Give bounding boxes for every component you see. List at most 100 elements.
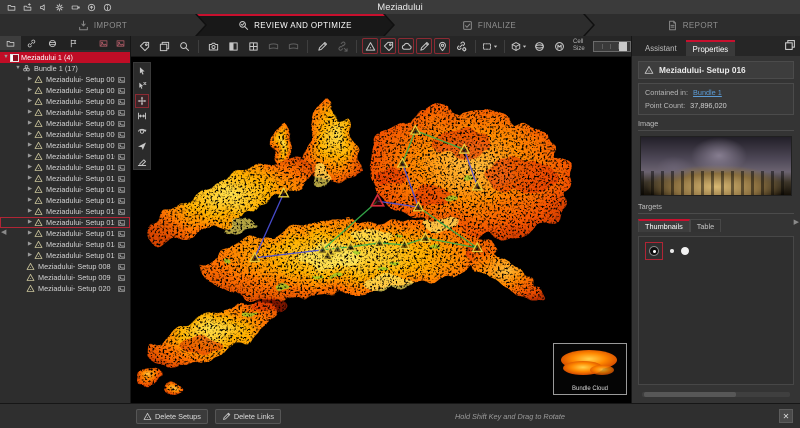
sync-button[interactable] <box>87 3 96 12</box>
pin-filter-button[interactable] <box>434 38 450 54</box>
expand-caret[interactable]: ▶ <box>26 129 34 140</box>
expand-caret[interactable]: ▶ <box>26 96 34 107</box>
tab-thumbnails[interactable]: Thumbnails <box>638 219 690 232</box>
tab-table[interactable]: Table <box>690 219 721 232</box>
expand-caret[interactable]: ▶ <box>26 173 34 184</box>
tab-properties[interactable]: Properties <box>686 40 736 56</box>
box-select-tool-button[interactable] <box>481 38 499 54</box>
expand-caret[interactable]: ▶ <box>26 250 34 261</box>
label-tool-button[interactable] <box>135 38 153 54</box>
tree-item-setup[interactable]: ▶Meziadului- Setup 013 ... <box>0 184 130 195</box>
image-filter-a-button[interactable] <box>96 36 110 50</box>
fly-tool-button[interactable] <box>135 139 149 153</box>
workflow-step-review-and-optimize[interactable]: REVIEW AND OPTIMIZE <box>197 14 393 36</box>
image-indicator-icon[interactable] <box>117 263 127 271</box>
tree-item-setup[interactable]: Meziadului- Setup 009 <box>0 272 130 283</box>
image-indicator-icon[interactable] <box>117 252 127 260</box>
expand-caret[interactable]: ▼ <box>2 52 10 63</box>
tree-item-setup[interactable]: ▶Meziadului- Setup 007 ... <box>0 140 130 151</box>
target-thumbnail-selected[interactable] <box>645 242 663 260</box>
open-project-button[interactable] <box>23 3 32 12</box>
tree-item-setup[interactable]: ▶Meziadului- Setup 012 ... <box>0 173 130 184</box>
dropdown-caret-icon[interactable] <box>522 44 527 49</box>
tree-item-bundle[interactable]: ▼Bundle 1 (17) <box>0 63 130 74</box>
expand-caret[interactable]: ▶ <box>26 184 34 195</box>
snapshot-tool-button[interactable] <box>204 38 222 54</box>
expand-caret[interactable]: ▶ <box>26 195 34 206</box>
expand-caret[interactable]: ▶ <box>26 217 34 228</box>
image-indicator-icon[interactable] <box>117 197 127 205</box>
pan-tool-button[interactable] <box>135 94 149 108</box>
workflow-step-report[interactable]: REPORT <box>585 14 800 36</box>
expand-caret[interactable]: ▶ <box>26 162 34 173</box>
image-filter-b-button[interactable] <box>113 36 127 50</box>
image-indicator-icon[interactable] <box>117 120 127 128</box>
delete-setups-button[interactable]: Delete Setups <box>136 409 208 424</box>
tree-item-setup[interactable]: ▶Meziadului- Setup 017 ... <box>0 228 130 239</box>
workflow-step-import[interactable]: IMPORT <box>0 14 205 36</box>
dropdown-caret-icon[interactable] <box>493 44 498 49</box>
flags-tab[interactable] <box>63 36 84 50</box>
tree-item-setup[interactable]: Meziadului- Setup 008 <box>0 261 130 272</box>
image-indicator-icon[interactable] <box>117 208 127 216</box>
bundle-link[interactable]: Bundle 1 <box>693 88 722 97</box>
tree-item-setup[interactable]: ▶Meziadului- Setup 004 ... <box>0 107 130 118</box>
workflow-step-finalize[interactable]: FINALIZE <box>385 14 593 36</box>
expand-caret[interactable]: ▼ <box>14 63 22 74</box>
station-view-tool-button[interactable] <box>135 124 149 138</box>
expand-caret[interactable]: ▶ <box>26 118 34 129</box>
link-settings-button[interactable] <box>452 38 470 54</box>
image-indicator-icon[interactable] <box>117 186 127 194</box>
image-indicator-icon[interactable] <box>117 98 127 106</box>
image-indicator-icon[interactable] <box>117 109 127 117</box>
clone-tool-button[interactable] <box>155 38 173 54</box>
tree-item-setup[interactable]: ▶Meziadului- Setup 006 ... <box>0 129 130 140</box>
expand-caret[interactable]: ▶ <box>26 228 34 239</box>
image-indicator-icon[interactable] <box>117 241 127 249</box>
viewport-3d[interactable]: Bundle Cloud <box>131 57 631 403</box>
unit-tool-button[interactable] <box>550 38 568 54</box>
panel-layout-button[interactable] <box>784 39 796 51</box>
image-indicator-icon[interactable] <box>117 285 127 293</box>
tree-item-setup[interactable]: ▶Meziadului- Setup 011 ... <box>0 162 130 173</box>
image-indicator-icon[interactable] <box>117 131 127 139</box>
storage-button[interactable] <box>71 3 80 12</box>
expand-caret[interactable]: ▶ <box>26 206 34 217</box>
setup-photo-thumbnail[interactable] <box>640 136 792 196</box>
label-filter-button[interactable] <box>380 38 396 54</box>
tree-item-setup[interactable]: ▶Meziadului- Setup 001 ... <box>0 74 130 85</box>
target-thumbnail[interactable] <box>670 249 674 253</box>
station-filter-button[interactable] <box>362 38 378 54</box>
horizontal-scrollbar[interactable] <box>642 392 790 397</box>
links-tab[interactable] <box>21 36 42 50</box>
tree-item-setup[interactable]: ▶Meziadului- Setup 014 ... <box>0 195 130 206</box>
expand-caret[interactable]: ▶ <box>26 140 34 151</box>
expand-caret[interactable]: ▶ <box>26 151 34 162</box>
search-tool-button[interactable] <box>175 38 193 54</box>
tree-item-setup[interactable]: Meziadului- Setup 020 <box>0 283 130 294</box>
tree-item-setup[interactable]: ▶Meziadului- Setup 019 ... <box>0 250 130 261</box>
image-indicator-icon[interactable] <box>117 153 127 161</box>
tree-item-setup[interactable]: ▶Meziadului- Setup 005 ... <box>0 118 130 129</box>
image-indicator-icon[interactable] <box>117 274 127 282</box>
image-indicator-icon[interactable] <box>117 175 127 183</box>
draw-link-tool-button[interactable] <box>313 38 331 54</box>
settings-button[interactable] <box>55 3 64 12</box>
project-tab[interactable] <box>0 36 21 50</box>
split-view-tool-button[interactable] <box>244 38 262 54</box>
about-button[interactable] <box>103 3 112 12</box>
expand-caret[interactable]: ▶ <box>26 107 34 118</box>
clean-tool-button[interactable] <box>135 154 149 168</box>
deselect-tool-button[interactable] <box>135 79 149 93</box>
edit-filter-button[interactable] <box>416 38 432 54</box>
image-adjust-tool-button[interactable] <box>224 38 242 54</box>
select-tool-button[interactable] <box>135 64 149 78</box>
tab-assistant[interactable]: Assistant <box>638 41 684 56</box>
bundle-cloud-inset[interactable]: Bundle Cloud <box>553 343 627 395</box>
image-indicator-icon[interactable] <box>117 142 127 150</box>
tree-item-setup[interactable]: ▶Meziadului- Setup 015 ... <box>0 206 130 217</box>
expand-caret[interactable]: ▶ <box>26 239 34 250</box>
stations-tab[interactable] <box>42 36 63 50</box>
tree-item-setup[interactable]: ▶Meziadului- Setup 003 ... <box>0 96 130 107</box>
image-indicator-icon[interactable] <box>117 230 127 238</box>
